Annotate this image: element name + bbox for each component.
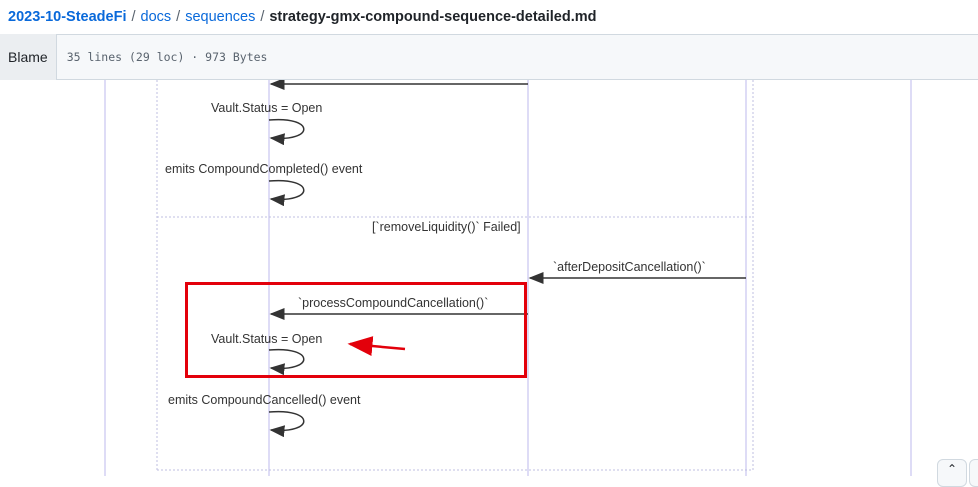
vault-status-open-label: Vault.Status = Open	[211, 101, 323, 115]
compound-cancelled-label: emits CompoundCancelled() event	[168, 393, 361, 407]
breadcrumb-sequences-link[interactable]: sequences	[185, 9, 255, 25]
blame-tab[interactable]: Blame	[0, 34, 57, 80]
caret-up-icon: ⌃	[946, 462, 958, 476]
breadcrumb-separator: /	[176, 9, 181, 25]
file-header: Blame 35 lines (29 loc) · 973 Bytes	[0, 34, 978, 80]
compound-completed-label: emits CompoundCompleted() event	[165, 162, 363, 176]
self-loop-arrow	[268, 410, 305, 438]
scroll-to-top-button[interactable]: ⌃	[937, 459, 967, 487]
breadcrumb-current-file: strategy-gmx-compound-sequence-detailed.…	[269, 9, 597, 25]
sequence-diagram: Vault.Status = Open emits CompoundComple…	[0, 80, 978, 476]
self-loop-arrow	[268, 179, 305, 207]
alt-fragment-condition: [`removeLiquidity()` Failed]	[372, 220, 521, 234]
breadcrumb-docs-link[interactable]: docs	[141, 9, 172, 25]
file-info: 35 lines (29 loc) · 973 Bytes	[66, 50, 268, 64]
breadcrumb-separator: /	[131, 9, 136, 25]
breadcrumb-repo-link[interactable]: 2023-10-SteadeFi	[8, 9, 126, 25]
highlight-box	[185, 282, 527, 378]
after-deposit-cancellation-label: `afterDepositCancellation()`	[553, 260, 706, 274]
side-panel-button[interactable]	[969, 459, 978, 487]
self-loop-arrow	[268, 118, 305, 146]
sequence-diagram-svg	[104, 80, 912, 476]
breadcrumb-separator: /	[260, 9, 265, 25]
breadcrumb: 2023-10-SteadeFi / docs / sequences / st…	[0, 0, 978, 34]
